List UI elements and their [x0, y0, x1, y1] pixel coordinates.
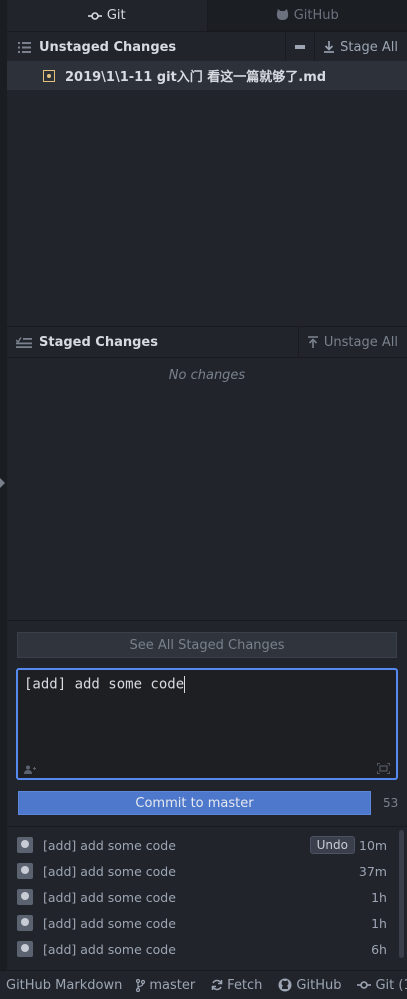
- commit-message-text[interactable]: [add] add some code: [24, 676, 185, 693]
- github-icon: [278, 978, 292, 992]
- commit-message: [add] add some code: [43, 942, 347, 957]
- text-cursor: [184, 676, 185, 693]
- git-label: Git (1): [375, 978, 407, 993]
- avatar: [17, 837, 33, 853]
- modified-status-icon: [43, 70, 55, 82]
- unstaged-file-item[interactable]: 2019\1\1-11 git入门 看这一篇就够了.md: [7, 61, 407, 90]
- download-icon: [324, 41, 334, 53]
- recent-commit-item[interactable]: [add] add some code 1h: [7, 910, 407, 936]
- file-name: 2019\1\1-11 git入门 看这一篇就够了.md: [65, 66, 326, 85]
- github-panel-button[interactable]: GitHub: [278, 978, 341, 993]
- panel-tabs: Git GitHub: [7, 0, 407, 31]
- tab-git-label: Git: [107, 8, 126, 23]
- divider: [7, 620, 407, 621]
- no-changes-text: No changes: [7, 368, 407, 383]
- stage-all-label: Stage All: [340, 40, 398, 55]
- branch-label: master: [149, 978, 195, 993]
- stage-all-button[interactable]: Stage All: [314, 32, 407, 62]
- git-commit-icon: [88, 11, 102, 21]
- commit-message: [add] add some code: [43, 838, 310, 853]
- commit-time: 6h: [347, 942, 387, 957]
- commit-button[interactable]: Commit to master: [18, 791, 371, 815]
- commit-message-editor[interactable]: [add] add some code: [16, 668, 398, 780]
- commits-scrollbar[interactable]: [399, 830, 404, 958]
- branch-icon: [136, 979, 145, 992]
- left-gutter: [0, 0, 7, 970]
- divider: [7, 826, 407, 827]
- recent-commit-item[interactable]: [add] add some code 1h: [7, 884, 407, 910]
- fetch-button[interactable]: Fetch: [211, 978, 262, 993]
- tab-git[interactable]: Git: [7, 0, 208, 31]
- commit-message-value: [add] add some code: [24, 677, 184, 693]
- unstage-all-button[interactable]: Unstage All: [298, 327, 407, 357]
- recent-commit-item[interactable]: [add] add some code Undo 10m: [7, 832, 407, 858]
- expand-editor-icon[interactable]: [377, 763, 390, 774]
- unstaged-header: Unstaged Changes Stage All: [7, 31, 407, 63]
- grammar-selector[interactable]: GitHub Markdown: [6, 978, 122, 993]
- minus-icon: [295, 44, 305, 50]
- github-icon: [276, 9, 289, 21]
- sync-icon: [211, 979, 223, 991]
- list-icon: [13, 42, 35, 53]
- remaining-characters: 53: [383, 796, 398, 810]
- tab-github-label: GitHub: [294, 8, 339, 23]
- commit-message: [add] add some code: [43, 916, 347, 931]
- avatar: [17, 941, 33, 957]
- avatar: [17, 889, 33, 905]
- undo-button[interactable]: Undo: [310, 836, 355, 854]
- commit-time: 1h: [347, 916, 387, 931]
- recent-commit-item[interactable]: [add] add some code 37m: [7, 858, 407, 884]
- avatar: [17, 863, 33, 879]
- grammar-label: GitHub Markdown: [6, 978, 122, 993]
- commit-time: 1h: [347, 890, 387, 905]
- git-panel-button[interactable]: Git (1): [357, 978, 407, 993]
- avatar: [17, 915, 33, 931]
- recent-commit-item[interactable]: [add] add some code 6h: [7, 936, 407, 962]
- fetch-label: Fetch: [227, 978, 262, 993]
- commit-time: 10m: [359, 838, 387, 853]
- collapse-button[interactable]: [285, 32, 314, 62]
- staged-header: Staged Changes Unstage All: [7, 326, 407, 358]
- github-label: GitHub: [296, 978, 341, 993]
- branch-selector[interactable]: master: [136, 978, 195, 993]
- commit-time: 37m: [347, 864, 387, 879]
- tab-github[interactable]: GitHub: [208, 0, 407, 31]
- git-commit-icon: [357, 980, 371, 990]
- staged-title: Staged Changes: [39, 335, 298, 350]
- see-all-staged-button[interactable]: See All Staged Changes: [17, 632, 397, 658]
- checklist-icon: [13, 336, 35, 348]
- commit-message: [add] add some code: [43, 864, 347, 879]
- unstaged-title: Unstaged Changes: [39, 40, 285, 55]
- status-bar: GitHub Markdown master Fetch GitHub: [0, 970, 407, 999]
- commit-message: [add] add some code: [43, 890, 347, 905]
- upload-icon: [308, 336, 318, 348]
- git-panel: Git GitHub Unstaged Changes: [7, 0, 407, 970]
- recent-commits-list: [add] add some code Undo 10m [add] add s…: [7, 832, 407, 962]
- unstage-all-label: Unstage All: [324, 335, 398, 350]
- expand-arrow-icon[interactable]: [0, 478, 5, 488]
- co-author-icon[interactable]: [24, 765, 36, 774]
